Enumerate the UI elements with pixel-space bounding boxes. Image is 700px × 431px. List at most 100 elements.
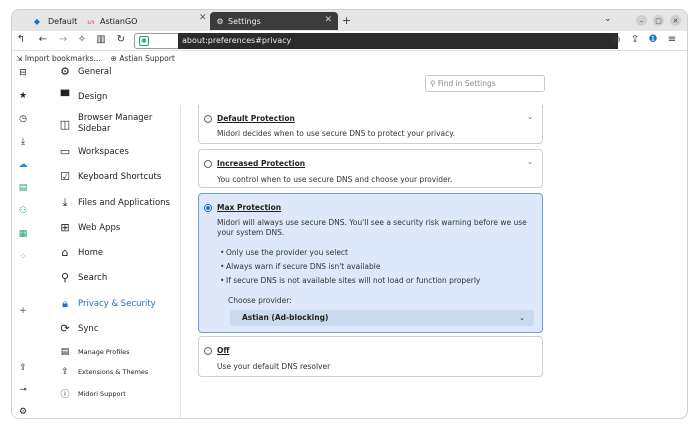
share-side-icon[interactable]: ⇪	[17, 363, 29, 373]
sidebar-item-label: General	[78, 66, 112, 77]
new-tab-button[interactable]: +	[342, 14, 351, 27]
history-icon[interactable]: ◷	[17, 114, 29, 124]
sync-icon: ⟳	[60, 322, 70, 335]
tab-list-chevron-icon[interactable]: ⌄	[604, 14, 612, 24]
midori-icon: ◆	[33, 16, 41, 26]
lock-icon: 🔒︎	[62, 297, 68, 310]
minimize-button[interactable]: –	[636, 15, 647, 26]
sidebar-item-home[interactable]: ⌂ Home	[58, 246, 104, 259]
find-placeholder: Find in Settings	[437, 79, 496, 88]
radio-default-protection[interactable]	[204, 115, 212, 123]
option-description: Midori will always use secure DNS. You'l…	[217, 218, 527, 237]
tab-bar: ◆ Default ᔕ AstianGO ✕ ⚙ Settings ✕ + ⌄ …	[12, 10, 687, 31]
share-icon[interactable]: ⇪	[629, 34, 641, 45]
contacts-icon[interactable]: ⚇	[17, 206, 29, 216]
cloud-icon[interactable]: ☁	[17, 160, 29, 170]
reader-icon[interactable]: ▥	[95, 34, 107, 45]
calendar-icon[interactable]: ▦	[17, 229, 29, 239]
profiles-icon: ▤	[60, 347, 70, 357]
sidebar-footer-midori-support[interactable]: ⓘ Midori Support	[58, 387, 125, 401]
sidebar-item-browser-manager[interactable]: ◫ Browser Manager Sidebar	[58, 113, 156, 135]
key-icon[interactable]: ⊸	[17, 385, 29, 395]
tab-astiango-label: AstianGO	[100, 16, 138, 26]
sidebar-item-web-apps[interactable]: ⊞ Web Apps	[58, 221, 120, 234]
browser-window: ◆ Default ᔕ AstianGO ✕ ⚙ Settings ✕ + ⌄ …	[12, 10, 687, 418]
sidebar-footer-extensions-themes[interactable]: ⇪ Extensions & Themes	[58, 367, 148, 377]
sidebar-footer-label: Manage Profiles	[78, 348, 130, 356]
account-icon[interactable]: ❶	[647, 34, 659, 45]
option-title: Max Protection	[217, 203, 282, 212]
paint-roller-icon: ▀	[60, 90, 70, 103]
bookmark-astian-support[interactable]: ⊕ Astian Support	[111, 54, 175, 63]
web-apps-icon: ⊞	[60, 221, 70, 234]
star-icon[interactable]: ★	[17, 91, 29, 101]
dns-option-increased[interactable]: Increased Protection You control when to…	[198, 149, 543, 188]
tab-default[interactable]: ◆ Default	[32, 12, 77, 30]
settings-sidebar: ⚙ General ▀ Design ◫ Browser Manager Sideba…	[44, 65, 180, 418]
radio-increased-protection[interactable]	[204, 160, 212, 168]
dns-option-default[interactable]: Default Protection Midori decides when t…	[198, 105, 543, 144]
sidebar-item-workspaces[interactable]: ▭ Workspaces	[58, 145, 129, 158]
sidebar-item-keyboard-shortcuts[interactable]: ☑ Keyboard Shortcuts	[58, 170, 161, 183]
bag-icon[interactable]: ⊟	[17, 68, 29, 78]
content-scrollbar[interactable]	[680, 105, 685, 418]
provider-label: Choose provider:	[228, 296, 292, 305]
sidebar-item-label: Privacy & Security	[78, 299, 156, 309]
url-field[interactable]: about:preferences#privacy	[178, 33, 618, 49]
radio-max-protection[interactable]	[204, 204, 212, 212]
browser-side-strip: ⊟ ★ ◷ ⤓ ☁ ▤ ⚇ ▦ ⁘ + ⇪ ⊸ ⚙	[12, 65, 34, 418]
sidebar-item-privacy-security[interactable]: 🔒︎ Privacy & Security	[58, 297, 156, 311]
provider-select[interactable]: Astian (Ad-blocking) ⌄	[230, 310, 534, 326]
dns-option-off[interactable]: Off Use your default DNS resolver	[198, 336, 543, 377]
close-tab-icon[interactable]: ✕	[199, 13, 207, 23]
radio-off[interactable]	[204, 347, 212, 355]
find-in-settings-input[interactable]: ⚲ Find in Settings	[425, 75, 545, 92]
reload-icon[interactable]: ↻	[115, 34, 127, 45]
sidebar-item-label: Design	[78, 91, 108, 102]
gear-icon: ⚙	[60, 65, 70, 78]
sidebar-item-files-applications[interactable]: ⤓ Files and Applications	[58, 196, 170, 210]
chevron-down-icon[interactable]: ⌄	[527, 158, 533, 166]
notes-icon[interactable]: ▤	[17, 183, 29, 193]
forward-icon[interactable]: →	[57, 34, 69, 45]
sidebar-item-general[interactable]: ⚙ General	[58, 65, 112, 78]
bookmark-import[interactable]: ⇲ Import bookmarks...	[16, 54, 101, 63]
sidebar-divider	[180, 105, 181, 418]
bullet-item: If secure DNS is not available sites wil…	[220, 276, 480, 285]
navigation-toolbar: ↰ ← → ✧ ▥ ↻ ▣ about:preferences#privacy …	[12, 31, 687, 51]
tab-settings[interactable]: ⚙ Settings ✕	[210, 12, 338, 30]
downloads-icon[interactable]: ⤓	[17, 137, 29, 147]
sidebar-item-label: Files and Applications	[78, 198, 170, 208]
puzzle-icon: ⇪	[61, 367, 69, 377]
sidebar-item-label: Workspaces	[78, 146, 129, 157]
site-identity-icon[interactable]: ▣	[139, 36, 149, 46]
close-tab-icon[interactable]: ✕	[324, 15, 332, 25]
menu-icon[interactable]: ≡	[666, 34, 678, 45]
dns-option-max[interactable]: Max Protection Midori will always use se…	[198, 193, 543, 333]
chevron-down-icon[interactable]: ⌄	[527, 113, 533, 121]
sidebar-item-design[interactable]: ▀ Design	[58, 90, 108, 103]
sidebar-item-label: Keyboard Shortcuts	[78, 171, 162, 182]
add-panel-icon[interactable]: +	[17, 306, 29, 316]
tab-astiango[interactable]: ᔕ AstianGO	[86, 12, 137, 30]
sidebar-footer-manage-profiles[interactable]: ▤ Manage Profiles	[58, 347, 130, 357]
sidebar-item-sync[interactable]: ⟳ Sync	[58, 322, 99, 335]
import-icon: ⇲	[16, 53, 23, 63]
bookmark-star-icon[interactable]: ☆	[590, 34, 602, 45]
extensions-icon[interactable]: ✧	[76, 34, 88, 45]
sidebar-toggle-icon[interactable]: ↰	[15, 34, 27, 45]
sidebar-item-search[interactable]: ⚲ Search	[58, 271, 107, 284]
settings-gear-icon[interactable]: ⚙	[17, 407, 29, 417]
bullet-item: Only use the provider you select	[220, 248, 348, 257]
close-window-button[interactable]: ✕	[670, 15, 681, 26]
maximize-button[interactable]: ▢	[653, 15, 664, 26]
globe-icon: ⊕	[110, 53, 117, 63]
apps-grid-icon[interactable]: ⁘	[17, 252, 29, 262]
shield-icon[interactable]: ◉	[610, 34, 622, 45]
sidebar-item-label: Search	[78, 272, 108, 283]
sidebar-item-label: Sync	[78, 323, 99, 334]
provider-select-value: Astian (Ad-blocking)	[242, 313, 329, 322]
back-icon[interactable]: ←	[37, 34, 49, 45]
sidebar-item-label: Web Apps	[78, 222, 121, 233]
search-icon: ⚲	[60, 271, 70, 284]
